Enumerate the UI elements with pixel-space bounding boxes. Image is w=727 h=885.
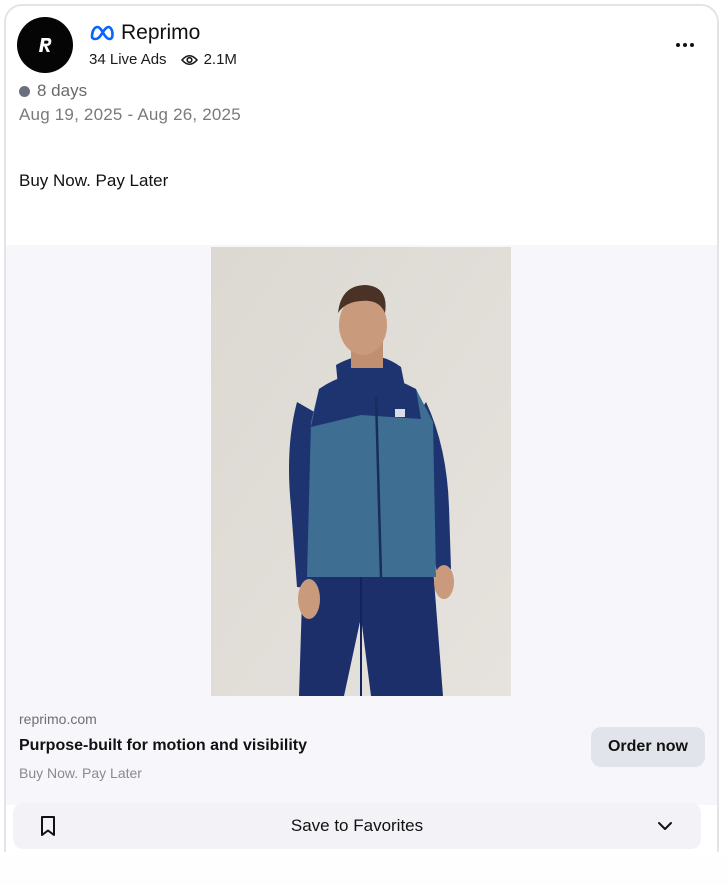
ad-duration: 8 days bbox=[19, 81, 87, 101]
ad-card: Reprimo 34 Live Ads 2.1M 8 days Aug 19, … bbox=[4, 4, 719, 885]
product-image[interactable] bbox=[211, 247, 511, 696]
order-now-button[interactable]: Order now bbox=[591, 727, 705, 767]
link-domain[interactable]: reprimo.com bbox=[19, 711, 97, 727]
views-count: 2.1M bbox=[203, 51, 237, 68]
link-description: Buy Now. Pay Later bbox=[19, 765, 142, 781]
duration-text: 8 days bbox=[37, 81, 88, 100]
more-icon[interactable] bbox=[671, 35, 699, 55]
save-to-favorites-button[interactable]: Save to Favorites bbox=[13, 803, 701, 849]
ad-header: Reprimo 34 Live Ads 2.1M bbox=[17, 17, 717, 77]
brand-row: Reprimo bbox=[89, 21, 200, 45]
brand-avatar[interactable] bbox=[17, 17, 73, 73]
brand-logo-icon bbox=[39, 38, 52, 52]
live-ads-count: 34 Live Ads bbox=[89, 51, 167, 68]
ad-primary-text: Buy Now. Pay Later bbox=[19, 171, 169, 190]
brand-name[interactable]: Reprimo bbox=[121, 21, 200, 45]
eye-icon bbox=[180, 54, 198, 66]
save-to-favorites-label: Save to Favorites bbox=[290, 816, 424, 835]
link-title[interactable]: Purpose-built for motion and visibility bbox=[19, 737, 307, 755]
meta-icon bbox=[90, 25, 114, 41]
ad-media-section: reprimo.com Purpose-built for motion and… bbox=[6, 245, 717, 805]
chevron-down-icon[interactable] bbox=[657, 818, 673, 836]
ad-stats: 34 Live Ads 2.1M bbox=[89, 51, 237, 68]
bottom-fade bbox=[0, 852, 727, 885]
status-dot bbox=[19, 85, 30, 97]
date-range: Aug 19, 2025 - Aug 26, 2025 bbox=[19, 105, 241, 124]
